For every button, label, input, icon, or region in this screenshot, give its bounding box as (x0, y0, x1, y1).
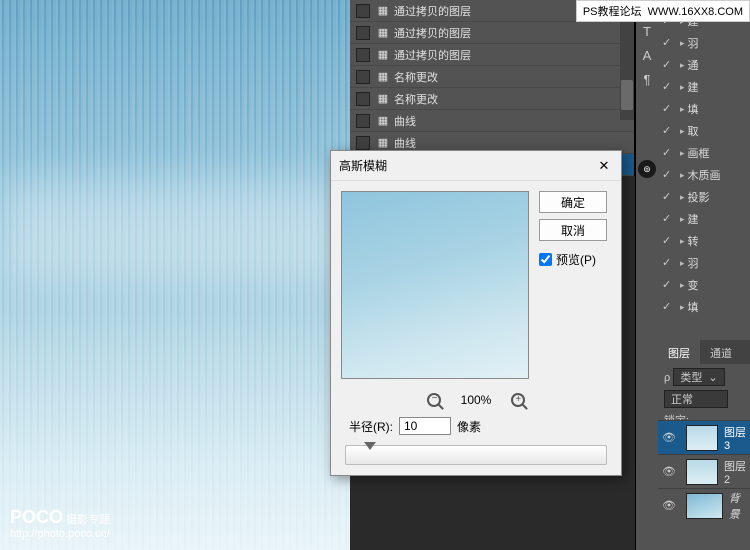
close-icon[interactable]: ✕ (595, 157, 613, 175)
layer-icon: ▦ (376, 70, 390, 84)
eye-icon[interactable]: ✓ (662, 102, 676, 116)
expand-icon[interactable]: ▸ (680, 82, 685, 93)
group-layer-row[interactable]: ✓▸填 (658, 296, 750, 318)
dialog-title: 高斯模糊 (339, 157, 387, 174)
group-layer-row[interactable]: ✓▸变 (658, 274, 750, 296)
history-item[interactable]: ▦通过拷贝的图层 (350, 22, 634, 44)
blend-mode-dropdown[interactable]: 正常 (664, 390, 728, 408)
eye-icon[interactable]: ✓ (662, 278, 676, 292)
ok-button[interactable]: 确定 (539, 191, 607, 213)
curves-icon: ▦ (376, 136, 390, 150)
poco-logo: POCO 摄影专题 http://photo.poco.cn/ (10, 507, 110, 540)
radius-unit: 像素 (457, 418, 481, 435)
radius-slider[interactable] (345, 445, 607, 465)
group-layer-row[interactable]: ✓▸投影 (658, 186, 750, 208)
watermark: PS教程论坛 WWW.16XX8.COM (576, 0, 750, 22)
eye-icon[interactable]: ✓ (662, 58, 676, 72)
eye-icon[interactable]: ✓ (662, 234, 676, 248)
right-panel: T A ¶ ⊚ ✓▸建✓▸羽✓▸通✓▸建✓▸填✓▸取✓▸画框✓▸木质画✓▸投影✓… (635, 0, 750, 550)
layer-item[interactable]: 👁图层 2 (658, 454, 750, 488)
expand-icon[interactable]: ▸ (680, 126, 685, 137)
expand-icon[interactable]: ▸ (680, 214, 685, 225)
layer-thumb[interactable] (686, 493, 723, 519)
type-tool-icon[interactable]: T (636, 20, 658, 44)
layer-thumb[interactable] (686, 459, 718, 485)
layer-item[interactable]: 👁图层 3 (658, 420, 750, 454)
layer-icon: ▦ (376, 48, 390, 62)
layer-kind-dropdown[interactable]: 类型 ⌄ (673, 368, 724, 386)
zoom-level: 100% (461, 393, 492, 407)
tool-column: T A ¶ (636, 20, 658, 92)
expand-icon[interactable]: ▸ (680, 148, 685, 159)
canvas-area[interactable] (0, 0, 350, 550)
group-layer-row[interactable]: ✓▸木质画 (658, 164, 750, 186)
eye-icon[interactable]: ✓ (662, 36, 676, 50)
radius-label: 半径(R): (349, 418, 393, 435)
expand-icon[interactable]: ▸ (680, 280, 685, 291)
panel-tabs: 图层 通道 (658, 340, 750, 364)
expand-icon[interactable]: ▸ (680, 60, 685, 71)
history-item[interactable]: ▦名称更改 (350, 88, 634, 110)
eye-icon[interactable]: 👁 (662, 499, 676, 513)
layers-list: 👁图层 3 👁图层 2 👁背景 (658, 420, 750, 522)
group-layer-row[interactable]: ✓▸通 (658, 54, 750, 76)
zoom-in-icon[interactable] (511, 393, 525, 407)
para-panel-icon[interactable]: ¶ (636, 68, 658, 92)
eye-icon[interactable]: 👁 (662, 465, 676, 479)
char-panel-icon[interactable]: A (636, 44, 658, 68)
expand-icon[interactable]: ▸ (680, 38, 685, 49)
history-item[interactable]: ▦曲线 (350, 110, 634, 132)
expand-icon[interactable]: ▸ (680, 170, 685, 181)
group-layer-row[interactable]: ✓▸羽 (658, 252, 750, 274)
eye-icon[interactable]: ✓ (662, 124, 676, 138)
group-layer-row[interactable]: ✓▸填 (658, 98, 750, 120)
group-layer-row[interactable]: ✓▸建 (658, 208, 750, 230)
layer-thumb[interactable] (686, 425, 718, 451)
layer-icon: ▦ (376, 92, 390, 106)
cc-icon[interactable]: ⊚ (638, 160, 656, 178)
layer-icon: ▦ (376, 26, 390, 40)
eye-icon[interactable]: ✓ (662, 212, 676, 226)
tab-channels[interactable]: 通道 (700, 340, 742, 364)
layer-icon: ▦ (376, 4, 390, 18)
eye-icon[interactable]: ✓ (662, 256, 676, 270)
eye-icon[interactable]: ✓ (662, 168, 676, 182)
cancel-button[interactable]: 取消 (539, 219, 607, 241)
eye-icon[interactable]: ✓ (662, 80, 676, 94)
curves-icon: ▦ (376, 114, 390, 128)
tab-layers[interactable]: 图层 (658, 340, 700, 364)
blur-preview[interactable] (341, 191, 529, 379)
history-item[interactable]: ▦名称更改 (350, 66, 634, 88)
eye-icon[interactable]: 👁 (662, 431, 676, 445)
eye-icon[interactable]: ✓ (662, 300, 676, 314)
zoom-out-icon[interactable] (427, 393, 441, 407)
group-layer-row[interactable]: ✓▸画框 (658, 142, 750, 164)
eye-icon[interactable]: ✓ (662, 146, 676, 160)
expand-icon[interactable]: ▸ (680, 236, 685, 247)
group-layer-row[interactable]: ✓▸取 (658, 120, 750, 142)
expand-icon[interactable]: ▸ (680, 302, 685, 313)
expand-icon[interactable]: ▸ (680, 192, 685, 203)
radius-input[interactable] (399, 417, 451, 435)
group-layer-row[interactable]: ✓▸建 (658, 76, 750, 98)
expand-icon[interactable]: ▸ (680, 104, 685, 115)
preview-checkbox[interactable]: 预览(P) (539, 251, 607, 268)
layer-item[interactable]: 👁背景 (658, 488, 750, 522)
group-layer-row[interactable]: ✓▸转 (658, 230, 750, 252)
gaussian-blur-dialog: 高斯模糊 ✕ 确定 取消 预览(P) 100% 半径(R): 像素 (330, 150, 622, 476)
history-item[interactable]: ▦通过拷贝的图层 (350, 44, 634, 66)
eye-icon[interactable]: ✓ (662, 190, 676, 204)
expand-icon[interactable]: ▸ (680, 258, 685, 269)
group-layer-row[interactable]: ✓▸羽 (658, 32, 750, 54)
